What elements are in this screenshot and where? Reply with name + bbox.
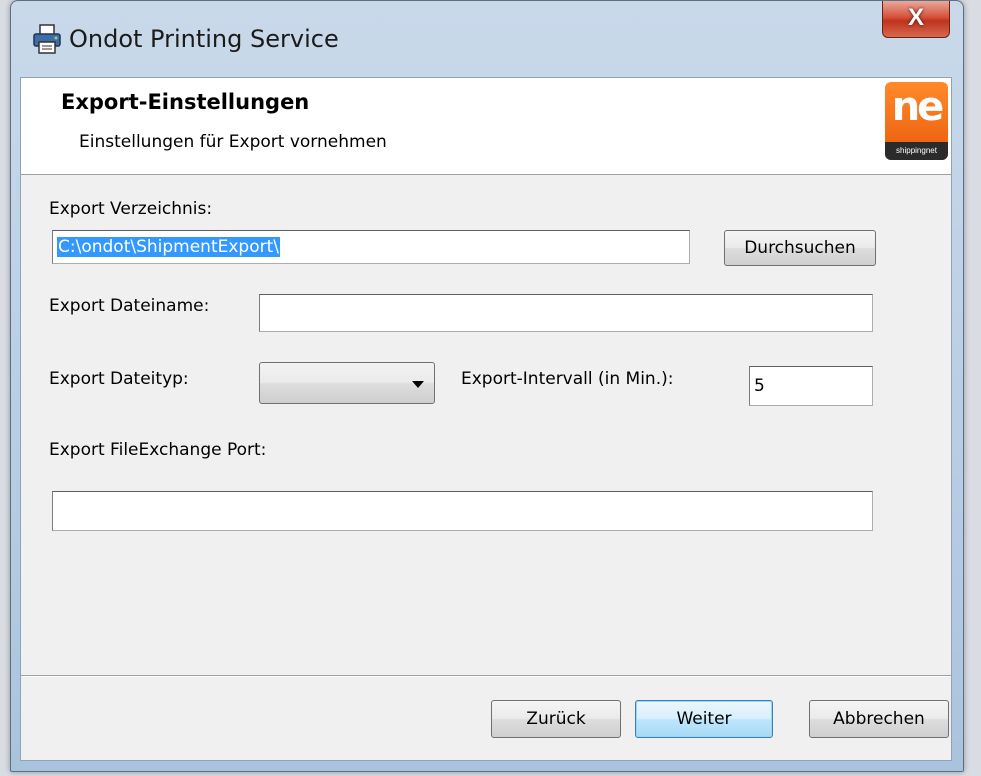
interval-input[interactable]: 5 <box>749 366 873 406</box>
filename-label: Export Dateiname: <box>49 296 210 316</box>
cancel-button[interactable]: Abbrechen <box>809 700 949 738</box>
interval-value: 5 <box>754 376 765 396</box>
browse-button-label: Durchsuchen <box>744 238 856 258</box>
next-button-label: Weiter <box>676 709 732 729</box>
directory-label: Export Verzeichnis: <box>49 199 213 219</box>
title-bar[interactable]: Ondot Printing Service X <box>11 1 963 77</box>
dialog-window: Ondot Printing Service X Export-Einstell… <box>10 0 964 772</box>
directory-value: C:\ondot\ShipmentExport\ <box>57 237 280 257</box>
port-input[interactable] <box>52 491 873 531</box>
interval-label: Export-Intervall (in Min.): <box>461 369 674 389</box>
header-banner: Export-Einstellungen Einstellungen für E… <box>21 78 951 175</box>
window-title: Ondot Printing Service <box>69 25 339 53</box>
chevron-down-icon <box>412 381 424 388</box>
directory-input[interactable]: C:\ondot\ShipmentExport\ <box>52 230 690 264</box>
footer-divider <box>21 675 951 677</box>
back-button-label: Zurück <box>526 709 586 729</box>
next-button[interactable]: Weiter <box>635 700 773 738</box>
port-label: Export FileExchange Port: <box>49 440 267 460</box>
back-button[interactable]: Zurück <box>491 700 621 738</box>
printer-icon <box>33 24 61 54</box>
page-title: Export-Einstellungen <box>61 90 310 114</box>
filename-input[interactable] <box>259 294 873 332</box>
browse-button[interactable]: Durchsuchen <box>724 230 876 266</box>
logo-mark: ne <box>891 84 945 130</box>
dialog-body: Export-Einstellungen Einstellungen für E… <box>20 77 952 761</box>
filetype-label: Export Dateityp: <box>49 369 189 389</box>
filetype-select[interactable] <box>259 362 435 404</box>
shippingnet-logo: ne shippingnet <box>885 82 948 160</box>
close-icon: X <box>907 4 924 31</box>
page-subtitle: Einstellungen für Export vornehmen <box>79 132 387 152</box>
logo-caption: shippingnet <box>885 142 948 160</box>
close-button[interactable]: X <box>882 1 950 38</box>
cancel-button-label: Abbrechen <box>833 709 925 729</box>
